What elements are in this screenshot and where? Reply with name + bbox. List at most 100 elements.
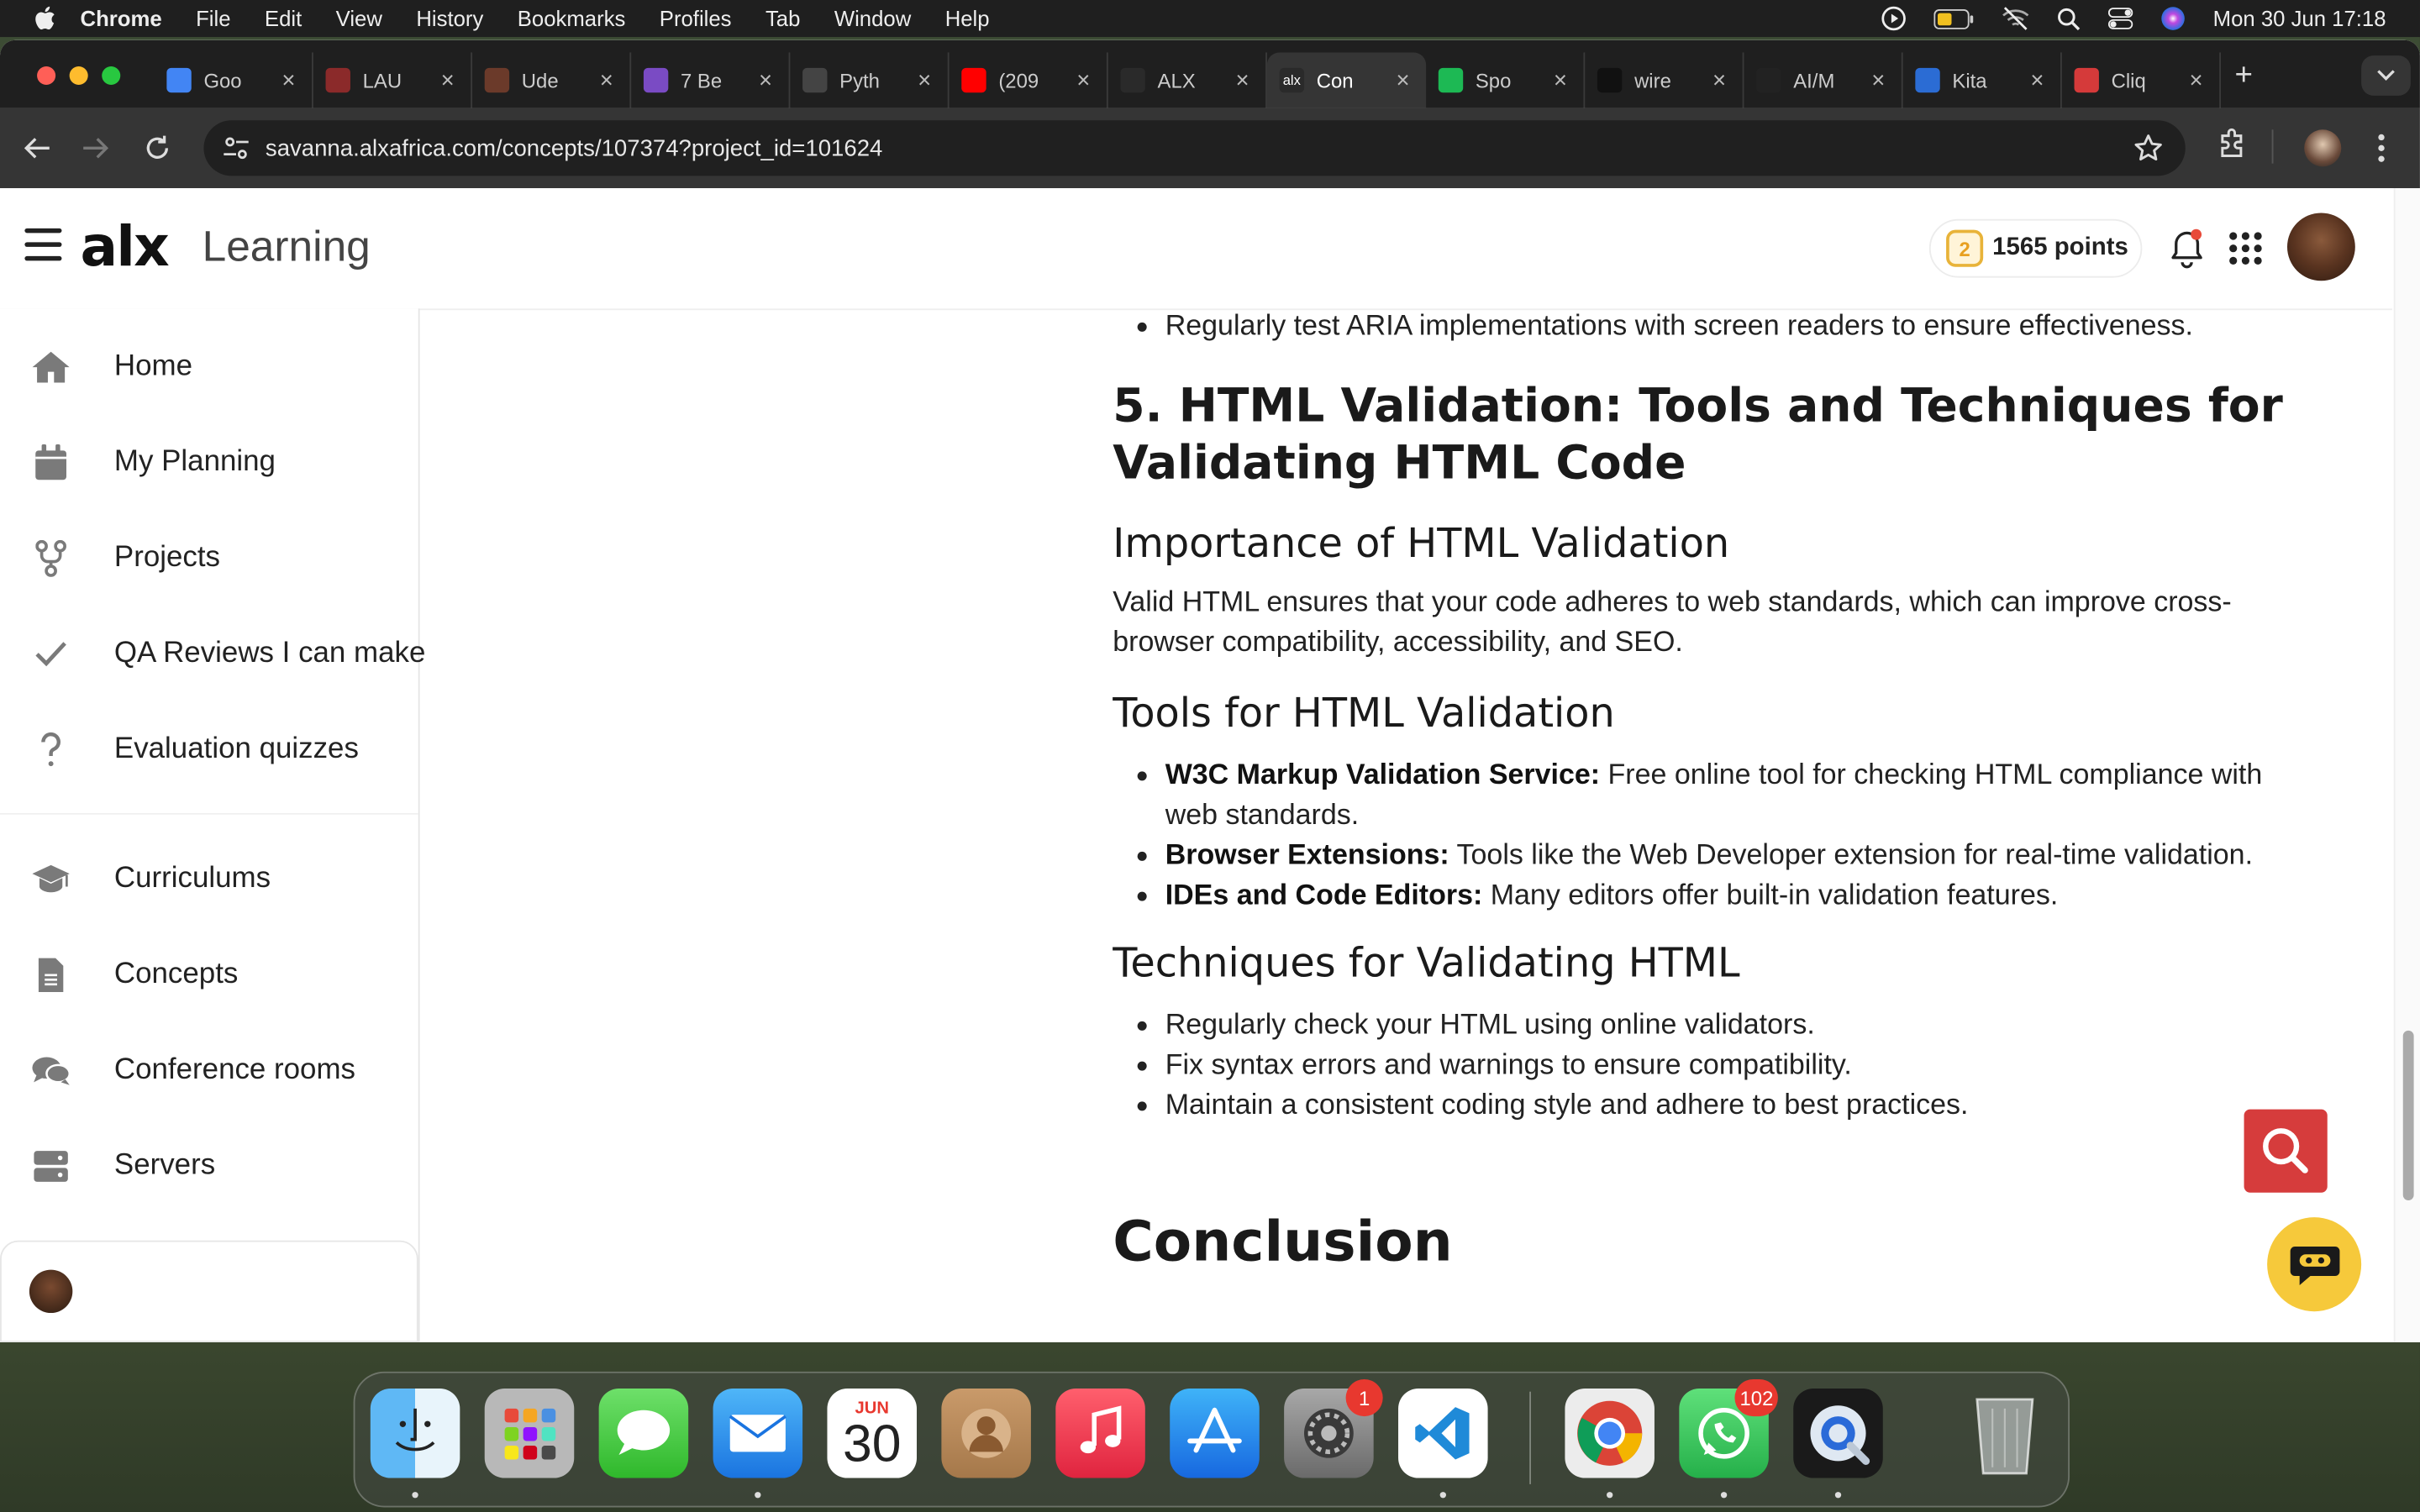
calendar-app-icon[interactable]: JUN 30	[827, 1389, 917, 1478]
close-window-button[interactable]	[37, 66, 56, 86]
chat-support-button[interactable]	[2267, 1217, 2362, 1312]
browser-tab-active[interactable]: alx Con ×	[1266, 52, 1427, 108]
browser-menu-icon[interactable]	[2377, 133, 2386, 164]
media-play-icon[interactable]	[1881, 6, 1906, 31]
sidebar-item-evaluation-quizzes[interactable]: Evaluation quizzes	[0, 713, 418, 787]
browser-tab[interactable]: LAU ×	[313, 52, 473, 108]
apps-grid-icon[interactable]	[2228, 232, 2262, 274]
new-tab-button[interactable]: +	[2235, 60, 2253, 92]
menu-window[interactable]: Window	[834, 6, 911, 30]
sidebar-item-curriculums[interactable]: Curriculums	[0, 843, 418, 916]
menu-app-name[interactable]: Chrome	[81, 6, 162, 30]
menu-file[interactable]: File	[196, 6, 230, 30]
tab-close-icon[interactable]: ×	[1232, 67, 1254, 93]
tab-close-icon[interactable]: ×	[1073, 67, 1095, 93]
tab-close-icon[interactable]: ×	[278, 67, 300, 93]
page-scrollbar[interactable]	[2393, 188, 2420, 1342]
browser-tab[interactable]: Goo ×	[155, 52, 313, 108]
bookmark-star-icon[interactable]	[2133, 133, 2164, 171]
minimize-window-button[interactable]	[69, 66, 88, 86]
chrome-icon[interactable]	[1565, 1389, 1655, 1478]
tab-close-icon[interactable]: ×	[2027, 67, 2049, 93]
tab-title: Cliq	[2111, 68, 2146, 92]
launchpad-icon[interactable]	[484, 1389, 575, 1478]
url-text[interactable]: savanna.alxafrica.com/concepts/107374?pr…	[266, 135, 882, 161]
tab-close-icon[interactable]: ×	[1867, 67, 1889, 93]
control-center-icon[interactable]	[2107, 8, 2133, 29]
sidebar-item-home[interactable]: Home	[0, 330, 418, 404]
browser-tab[interactable]: Kita ×	[1903, 52, 2062, 108]
notification-badge: 102	[1734, 1379, 1778, 1417]
techniques-list: Regularly check your HTML using online v…	[1113, 1005, 2286, 1125]
profile-avatar[interactable]	[2304, 129, 2342, 167]
menu-view[interactable]: View	[336, 6, 382, 30]
tab-close-icon[interactable]: ×	[1549, 67, 1571, 93]
sidebar-item-my-planning[interactable]: My Planning	[0, 426, 418, 500]
messages-icon[interactable]	[598, 1389, 689, 1478]
alx-logo[interactable]: alx	[81, 216, 170, 279]
browser-tab[interactable]: Ude ×	[472, 52, 632, 108]
menubar-clock[interactable]: Mon 30 Jun 17:18	[2213, 6, 2386, 30]
browser-tab[interactable]: Cliq ×	[2062, 52, 2222, 108]
tab-close-icon[interactable]: ×	[2186, 67, 2207, 93]
finder-icon[interactable]	[370, 1389, 460, 1478]
tab-close-icon[interactable]: ×	[913, 67, 935, 93]
quicktime-icon[interactable]	[1793, 1389, 1883, 1478]
tab-close-icon[interactable]: ×	[1392, 67, 1414, 93]
browser-tab[interactable]: Pyth ×	[790, 52, 950, 108]
sidebar-user-panel[interactable]	[0, 1240, 418, 1342]
apple-icon[interactable]	[34, 6, 58, 30]
wifi-off-icon[interactable]	[2002, 6, 2029, 30]
zoom-window-button[interactable]	[102, 66, 121, 86]
music-icon[interactable]	[1055, 1389, 1145, 1478]
mail-icon[interactable]	[713, 1389, 803, 1478]
hamburger-menu-icon[interactable]	[24, 228, 62, 270]
site-info-icon[interactable]	[222, 136, 250, 160]
search-button[interactable]	[2244, 1109, 2328, 1193]
menu-profiles[interactable]: Profiles	[660, 6, 732, 30]
window-controls	[37, 66, 121, 86]
sidebar-item-projects[interactable]: Projects	[0, 522, 418, 596]
trash-icon[interactable]	[1960, 1389, 2050, 1478]
notification-bell-icon[interactable]	[2169, 228, 2206, 276]
tab-close-icon[interactable]: ×	[1708, 67, 1730, 93]
address-bar[interactable]: savanna.alxafrica.com/concepts/107374?pr…	[203, 120, 2186, 176]
app-store-icon[interactable]	[1170, 1389, 1260, 1478]
browser-tab[interactable]: (209 ×	[950, 52, 1108, 108]
browser-tab[interactable]: ALX ×	[1108, 52, 1267, 108]
tab-close-icon[interactable]: ×	[755, 67, 776, 93]
points-badge[interactable]: 2 1565 points	[1928, 218, 2143, 278]
spotlight-search-icon[interactable]	[2057, 7, 2081, 30]
tab-close-icon[interactable]: ×	[437, 67, 459, 93]
menu-help[interactable]: Help	[945, 6, 990, 30]
sidebar-item-conference-rooms[interactable]: Conference rooms	[0, 1034, 418, 1108]
browser-tab[interactable]: 7 Be ×	[631, 52, 791, 108]
vscode-icon[interactable]	[1398, 1389, 1488, 1478]
contacts-icon[interactable]	[941, 1389, 1031, 1478]
sidebar-item-servers[interactable]: Servers	[0, 1129, 418, 1203]
menu-bookmarks[interactable]: Bookmarks	[518, 6, 626, 30]
tab-close-icon[interactable]: ×	[596, 67, 618, 93]
extensions-icon[interactable]	[2217, 127, 2250, 160]
whatsapp-icon[interactable]: 102	[1679, 1379, 1778, 1478]
macos-menu-bar: Chrome File Edit View History Bookmarks …	[0, 0, 2420, 38]
sidebar-user-avatar[interactable]	[29, 1269, 73, 1314]
battery-icon[interactable]	[1933, 8, 1974, 29]
forward-button[interactable]	[77, 129, 114, 166]
list-item: Browser Extensions: Tools like the Web D…	[1165, 835, 2286, 875]
system-settings-icon[interactable]: 1	[1284, 1379, 1383, 1478]
menu-history[interactable]: History	[416, 6, 483, 30]
menu-tab[interactable]: Tab	[765, 6, 800, 30]
browser-tab[interactable]: AI/M ×	[1744, 52, 1903, 108]
browser-tab[interactable]: Spo ×	[1426, 52, 1586, 108]
siri-icon[interactable]	[2160, 6, 2185, 30]
scrollbar-thumb[interactable]	[2402, 1030, 2414, 1200]
back-button[interactable]	[18, 129, 55, 166]
browser-tab[interactable]: wire ×	[1585, 52, 1744, 108]
sidebar-item-concepts[interactable]: Concepts	[0, 938, 418, 1012]
menu-edit[interactable]: Edit	[265, 6, 302, 30]
reload-button[interactable]	[139, 129, 176, 166]
tab-search-button[interactable]	[2361, 55, 2411, 96]
user-avatar[interactable]	[2286, 213, 2355, 281]
sidebar-item-qa-reviews[interactable]: QA Reviews I can make	[0, 617, 425, 691]
